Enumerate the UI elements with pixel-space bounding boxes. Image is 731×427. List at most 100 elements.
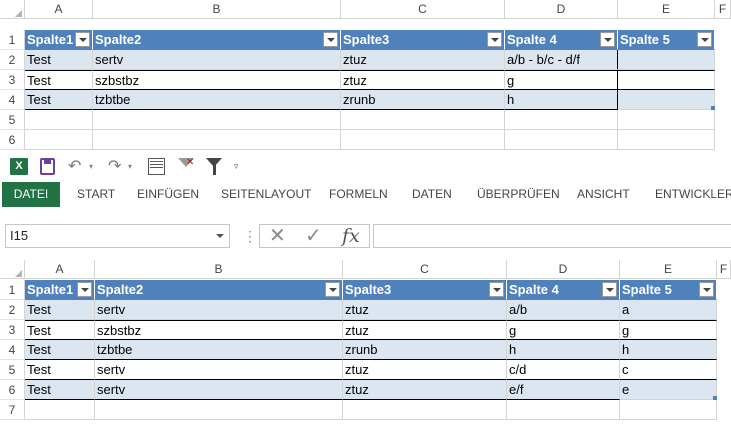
empty-cell[interactable] — [343, 400, 507, 420]
empty-cell[interactable] — [341, 130, 505, 150]
row-header[interactable]: 4 — [0, 340, 25, 360]
table-cell[interactable] — [618, 90, 715, 110]
empty-cell[interactable] — [341, 110, 505, 130]
column-header-e[interactable]: E — [618, 0, 715, 19]
table-cell[interactable]: Test — [25, 320, 95, 340]
table-header-cell[interactable]: Spalte 5 — [618, 30, 715, 50]
filter-dropdown-button[interactable] — [77, 282, 92, 297]
table-header-cell[interactable]: Spalte1 — [25, 280, 95, 300]
filter-dropdown-button[interactable] — [487, 32, 502, 47]
column-header-a[interactable]: A — [25, 0, 93, 19]
column-header-d[interactable]: D — [507, 260, 620, 279]
table-cell[interactable]: Test — [25, 50, 93, 70]
table-header-cell[interactable]: Spalte2 — [95, 280, 343, 300]
table-cell[interactable]: ztuz — [343, 320, 507, 340]
filter-dropdown-button[interactable] — [600, 32, 615, 47]
table-cell[interactable]: Test — [25, 70, 93, 90]
row-header[interactable]: 2 — [0, 50, 25, 70]
name-box-dropdown-icon[interactable] — [216, 234, 224, 238]
redo-icon[interactable]: ↷ — [108, 158, 121, 175]
row-header[interactable]: 5 — [0, 360, 25, 380]
table-cell[interactable]: Test — [25, 340, 95, 360]
select-all-corner[interactable] — [0, 260, 25, 279]
row-header[interactable]: 2 — [0, 300, 25, 320]
table-cell[interactable]: ztuz — [341, 50, 505, 70]
empty-cell[interactable] — [25, 130, 93, 150]
formula-input[interactable] — [373, 224, 731, 248]
filter-dropdown-button[interactable] — [602, 282, 617, 297]
table-cell[interactable]: Test — [25, 300, 95, 320]
row-header[interactable]: 1 — [0, 30, 25, 50]
table-cell[interactable]: tzbtbe — [93, 90, 341, 110]
row-header[interactable]: 6 — [0, 130, 25, 150]
tab-start[interactable]: START — [77, 182, 115, 207]
table-cell[interactable]: a/b — [507, 300, 620, 320]
row-header[interactable]: 4 — [0, 90, 25, 110]
table-header-cell[interactable]: Spalte 4 — [505, 30, 618, 50]
name-box[interactable]: I15 — [5, 224, 230, 248]
enter-icon[interactable]: ✓ — [305, 225, 322, 248]
empty-cell[interactable] — [620, 400, 717, 420]
table-cell[interactable]: a — [620, 300, 717, 320]
table-cell[interactable]: Test — [25, 360, 95, 380]
save-icon[interactable] — [40, 158, 55, 175]
table-header-cell[interactable]: Spalte3 — [343, 280, 507, 300]
table-cell[interactable]: ztuz — [341, 70, 505, 90]
filter-dropdown-button[interactable] — [75, 32, 90, 47]
table-cell[interactable]: ztuz — [343, 300, 507, 320]
row-header[interactable]: 6 — [0, 380, 25, 400]
customize-toolbar-icon[interactable]: ▿ — [234, 158, 239, 175]
table-cell[interactable]: sertv — [93, 50, 341, 70]
tab-seitenlayout[interactable]: SEITENLAYOUT — [221, 182, 311, 207]
table-cell[interactable]: ztuz — [343, 380, 507, 400]
table-cell[interactable]: g — [507, 320, 620, 340]
table-cell[interactable] — [618, 50, 715, 70]
row-header[interactable]: 3 — [0, 70, 25, 90]
tab-formeln[interactable]: FORMELN — [329, 182, 388, 207]
column-header-e[interactable]: E — [620, 260, 717, 279]
redo-dropdown-icon[interactable]: ▾ — [128, 158, 132, 175]
table-cell[interactable]: sertv — [95, 380, 343, 400]
table-cell[interactable]: sertv — [95, 300, 343, 320]
tab-datei[interactable]: DATEI — [2, 182, 60, 207]
table-cell[interactable]: ztuz — [343, 360, 507, 380]
filter-dropdown-button[interactable] — [323, 32, 338, 47]
table-cell[interactable]: g — [505, 70, 618, 90]
table-cell[interactable]: sertv — [95, 360, 343, 380]
row-header[interactable]: 5 — [0, 110, 25, 130]
filter-dropdown-button[interactable] — [699, 282, 714, 297]
row-header[interactable]: 3 — [0, 320, 25, 340]
empty-cell[interactable] — [507, 400, 620, 420]
empty-cell[interactable] — [93, 130, 341, 150]
filter-dropdown-button[interactable] — [697, 32, 712, 47]
filter-dropdown-button[interactable] — [325, 282, 340, 297]
table-cell[interactable]: g — [620, 320, 717, 340]
empty-cell[interactable] — [93, 110, 341, 130]
table-header-cell[interactable]: Spalte1 — [25, 30, 93, 50]
table-cell[interactable]: c/d — [507, 360, 620, 380]
table-cell[interactable]: h — [620, 340, 717, 360]
empty-cell[interactable] — [25, 400, 95, 420]
column-header-f[interactable]: F — [715, 0, 731, 19]
insert-function-icon[interactable]: fx — [342, 225, 360, 248]
tab-ueberpruefen[interactable]: ÜBERPRÜFEN — [477, 182, 560, 207]
table-cell[interactable]: Test — [25, 90, 93, 110]
column-header-f[interactable]: F — [717, 260, 731, 279]
table-header-cell[interactable]: Spalte3 — [341, 30, 505, 50]
empty-cell[interactable] — [618, 110, 715, 130]
tab-ansicht[interactable]: ANSICHT — [577, 182, 630, 207]
table-header-cell[interactable]: Spalte 5 — [620, 280, 717, 300]
table-header-cell[interactable]: Spalte 4 — [507, 280, 620, 300]
table-cell[interactable]: e — [620, 380, 717, 400]
empty-cell[interactable] — [505, 130, 618, 150]
empty-cell[interactable] — [95, 400, 343, 420]
table-header-cell[interactable]: Spalte2 — [93, 30, 341, 50]
formula-bar-grip[interactable]: ⋮ — [243, 228, 257, 244]
table-cell[interactable]: c — [620, 360, 717, 380]
table-cell[interactable]: szbstbz — [93, 70, 341, 90]
table-cell[interactable]: h — [505, 90, 618, 110]
empty-cell[interactable] — [25, 110, 93, 130]
tab-entwicklertools[interactable]: ENTWICKLERTO — [655, 182, 731, 207]
tab-daten[interactable]: DATEN — [412, 182, 452, 207]
undo-icon[interactable]: ↶ — [68, 158, 81, 175]
